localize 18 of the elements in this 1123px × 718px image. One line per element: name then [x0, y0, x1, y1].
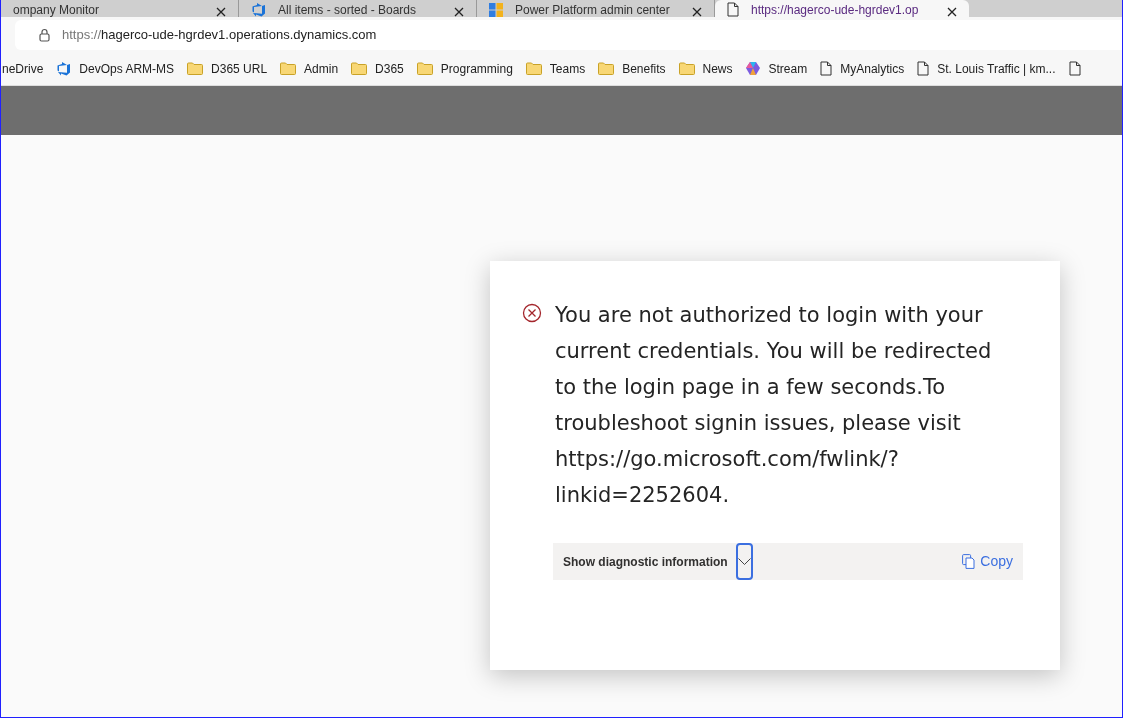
bookmark[interactable]: News [678, 59, 733, 78]
bookmark[interactable]: Stream [745, 59, 808, 78]
copy-button[interactable]: Copy [962, 551, 1013, 572]
diagnostic-label: Show diagnostic information [563, 553, 728, 571]
bookmark[interactable]: Programming [416, 59, 513, 78]
error-message: You are not authorized to login with your current credentials. You will be redirected to the login page in a few seconds.To troubleshoot signin issues, please visit https://go.microsoft.com/fwlink/?linkid=2252604. [555, 302, 993, 509]
browser-tab[interactable]: https://hagerco-ude-hgrdev1.op [715, 0, 969, 17]
bookmark[interactable]: D365 URL [187, 59, 268, 78]
bookmark[interactable]: DevOps ARM-MS [56, 59, 175, 78]
bookmark[interactable]: Benefits [598, 59, 666, 78]
url-text: https://hagerco-ude-hgrdev1.operations.dynamics.com [62, 25, 377, 44]
bookmark[interactable]: Teams [525, 59, 586, 78]
bookmark[interactable]: D365 [351, 59, 404, 78]
bookmark[interactable]: Admin [280, 59, 339, 78]
bookmark[interactable]: St. Louis Traffic | km... [917, 59, 1056, 78]
bookmark[interactable]: neDrive [2, 59, 44, 78]
address-bar[interactable]: https://hagerco-ude-hgrdev1.operations.dynamics.com [15, 19, 1122, 50]
bookmark[interactable]: MyAnalytics [820, 59, 905, 78]
